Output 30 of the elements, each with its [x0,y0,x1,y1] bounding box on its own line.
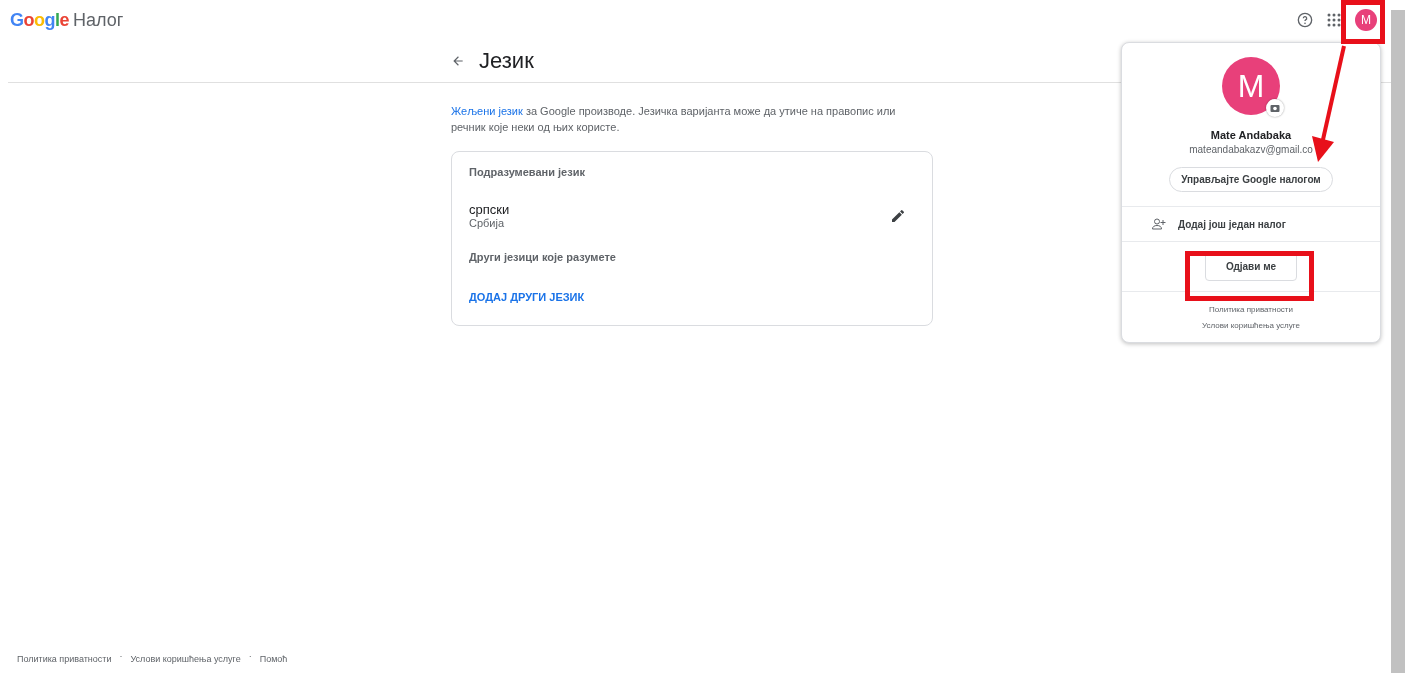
back-arrow-icon[interactable] [451,54,465,68]
help-icon[interactable] [1297,12,1313,28]
menu-footer-link[interactable]: Услови коришћења услуге [1202,318,1300,334]
profile-avatar: M [1222,57,1280,115]
google-logo: Google [10,9,70,31]
manage-account-button[interactable]: Управљајте Google налогом [1169,167,1333,192]
page-title: Језик [479,48,534,74]
add-language-button[interactable]: ДОДАЈ ДРУГИ ЈЕЗИК [469,291,585,303]
language-name: српски [469,202,510,217]
intro-text: Жељени језик за Google производе. Језичка варијанта може да утиче на правопис или речник које неки од њих користе. [451,104,897,135]
footer-link[interactable]: Услови коришћења услуге [130,651,241,667]
add-person-icon [1152,218,1166,230]
footer-link[interactable]: Помоћ [259,651,288,667]
preferred-language-link[interactable]: Жељени језик [451,105,523,117]
language-region: Србија [469,217,506,229]
account-name: Mate Andabaka [1210,129,1292,141]
apps-grid-icon[interactable] [1327,13,1341,27]
edit-pencil-icon[interactable] [890,207,906,224]
add-account-button[interactable]: Додај још један налог [1122,207,1380,241]
product-name: Налог [73,9,124,31]
section-heading: Други језици које разумете [469,251,617,263]
separator-dot: · [119,651,123,663]
highlight-frame [1341,0,1385,44]
account-avatar[interactable]: M [1355,9,1377,31]
footer-link[interactable]: Политика приватности [17,651,112,667]
account-email: mateandabakazv@gmail.co [1189,144,1313,155]
camera-icon[interactable] [1266,99,1284,117]
separator-dot: · [248,651,252,663]
section-heading: Подразумевани језик [469,166,586,178]
menu-footer-link[interactable]: Политика приватности [1209,302,1293,318]
